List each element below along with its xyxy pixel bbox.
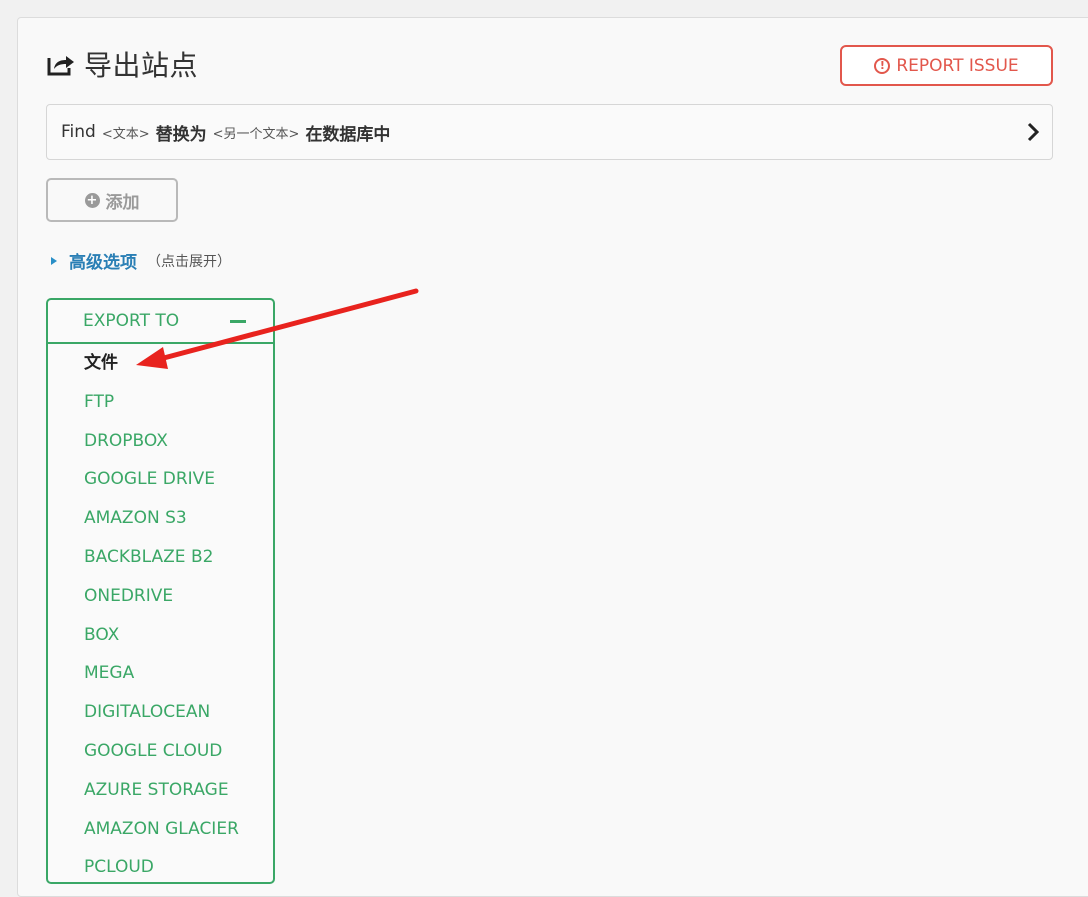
replace-with-label: 替换为 xyxy=(155,124,207,145)
advanced-options-row: 高级选项 （点击展开） xyxy=(51,248,231,273)
advanced-options-toggle[interactable]: 高级选项 xyxy=(69,248,137,273)
export-destination-list: 文件 FTP DROPBOX GOOGLE DRIVE AMAZON S3 BA… xyxy=(48,344,273,887)
report-issue-button[interactable]: ! REPORT ISSUE xyxy=(840,45,1053,86)
find-replace-row[interactable]: Find <文本> 替换为 <另一个文本> 在数据库中 xyxy=(46,104,1053,160)
add-button-label: 添加 xyxy=(105,192,140,213)
advanced-options-hint: （点击展开） xyxy=(147,253,231,270)
page-title: 导出站点 xyxy=(84,49,199,82)
plus-circle-icon: + xyxy=(84,192,100,208)
export-to-dropdown: EXPORT TO 文件 FTP DROPBOX GOOGLE DRIVE AM… xyxy=(46,298,275,884)
title-row: 导出站点 xyxy=(46,44,198,84)
export-item-dropbox[interactable]: DROPBOX xyxy=(48,422,273,461)
export-to-header[interactable]: EXPORT TO xyxy=(48,300,273,344)
export-item-azure-storage[interactable]: AZURE STORAGE xyxy=(48,771,273,810)
export-item-google-cloud[interactable]: GOOGLE CLOUD xyxy=(48,732,273,771)
export-item-backblaze-b2[interactable]: BACKBLAZE B2 xyxy=(48,538,273,577)
export-item-box[interactable]: BOX xyxy=(48,616,273,655)
caret-right-icon xyxy=(51,256,57,265)
export-item-amazon-s3[interactable]: AMAZON S3 xyxy=(48,499,273,538)
find-placeholder: <文本> xyxy=(101,126,150,142)
export-item-mega[interactable]: MEGA xyxy=(48,654,273,693)
export-item-digitalocean[interactable]: DIGITALOCEAN xyxy=(48,693,273,732)
export-item-pcloud[interactable]: PCLOUD xyxy=(48,848,273,887)
export-item-onedrive[interactable]: ONEDRIVE xyxy=(48,577,273,616)
exclamation-circle-icon: ! xyxy=(874,57,891,74)
export-item-google-drive[interactable]: GOOGLE DRIVE xyxy=(48,460,273,499)
export-to-title: EXPORT TO xyxy=(83,311,180,331)
chevron-right-icon[interactable] xyxy=(1026,121,1040,147)
report-issue-label: REPORT ISSUE xyxy=(896,55,1019,76)
export-item-amazon-glacier[interactable]: AMAZON GLACIER xyxy=(48,810,273,849)
replace-placeholder: <另一个文本> xyxy=(212,126,300,142)
export-item-file[interactable]: 文件 xyxy=(48,344,273,383)
in-database-label: 在数据库中 xyxy=(305,124,391,145)
export-share-icon xyxy=(46,49,76,79)
add-button[interactable]: + 添加 xyxy=(46,178,178,222)
export-item-ftp[interactable]: FTP xyxy=(48,383,273,422)
minus-icon xyxy=(230,319,246,323)
find-label: Find xyxy=(61,122,96,142)
export-panel: 导出站点 ! REPORT ISSUE Find <文本> 替换为 <另一个文本… xyxy=(17,17,1088,897)
